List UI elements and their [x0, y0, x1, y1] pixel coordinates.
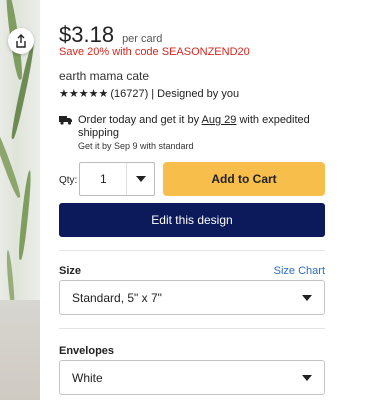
- size-value: Standard, 5" x 7": [72, 290, 162, 305]
- caret-down-icon: [302, 294, 312, 301]
- divider: [59, 328, 325, 329]
- price: $3.18: [59, 22, 115, 47]
- shipping-expedited: Order today and get it by Aug 29 with ex…: [78, 114, 325, 140]
- envelopes-select[interactable]: White: [59, 360, 325, 395]
- price-row: $3.18 per card: [59, 22, 162, 48]
- share-icon: [16, 34, 26, 48]
- delivery-date-link[interactable]: Aug 29: [202, 114, 237, 126]
- rating-row[interactable]: ★★★★★ (16727) | Designed by you: [59, 87, 240, 101]
- share-button[interactable]: [8, 28, 34, 54]
- star-rating-icon: ★★★★★: [59, 88, 109, 100]
- qty-caret: [126, 163, 154, 195]
- vase: [0, 300, 40, 400]
- caret-down-icon: [302, 374, 312, 381]
- shipping-standard: Get it by Sep 9 with standard: [78, 141, 194, 151]
- plant-leaf: [17, 169, 33, 261]
- truck-icon: [59, 116, 72, 125]
- divider: [59, 250, 325, 251]
- size-chart-link[interactable]: Size Chart: [274, 265, 325, 277]
- seller-name[interactable]: earth mama cate: [59, 69, 149, 83]
- size-label: Size: [59, 265, 82, 277]
- size-select[interactable]: Standard, 5" x 7": [59, 280, 325, 315]
- qty-label: Qty:: [59, 175, 78, 186]
- promo-text: Save 20% with code SEASONZEND20: [59, 46, 250, 58]
- shipping-info: Order today and get it by Aug 29 with ex…: [59, 114, 325, 152]
- product-image[interactable]: [0, 0, 40, 400]
- quantity-value: 1: [100, 172, 107, 186]
- price-unit: per card: [122, 33, 163, 45]
- envelopes-label: Envelopes: [59, 345, 115, 357]
- edit-design-button[interactable]: Edit this design: [59, 203, 325, 237]
- add-to-cart-button[interactable]: Add to Cart: [163, 162, 325, 196]
- envelopes-value: White: [72, 370, 103, 385]
- quantity-select[interactable]: 1: [79, 162, 155, 196]
- shipping-prefix: Order today and get it by: [78, 114, 202, 126]
- review-count[interactable]: (16727): [110, 88, 148, 100]
- designed-by: | Designed by you: [151, 87, 240, 100]
- caret-down-icon: [135, 176, 146, 182]
